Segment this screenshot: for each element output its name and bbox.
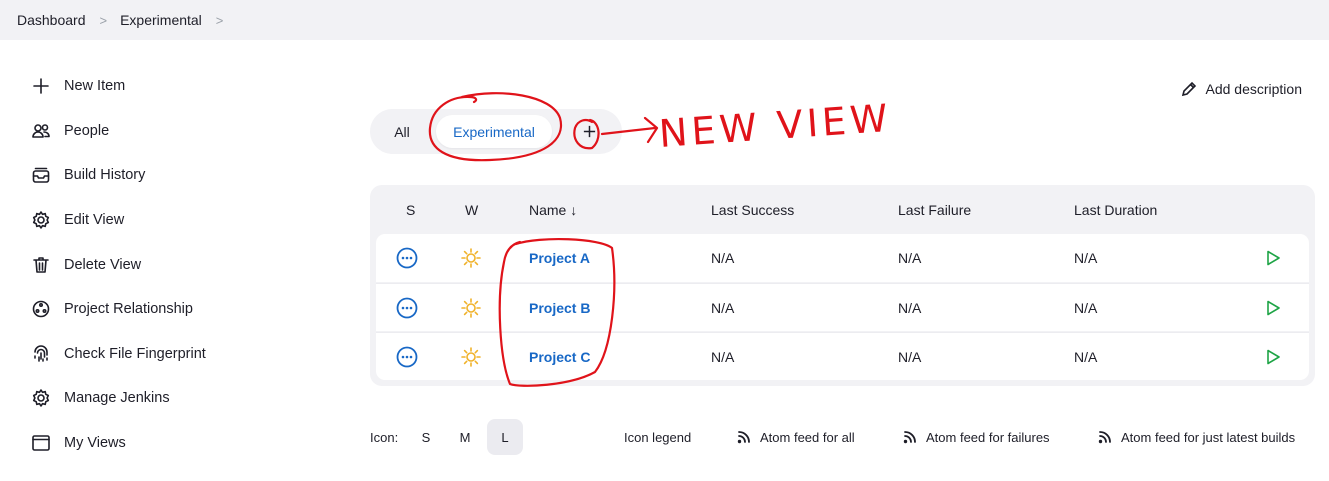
rss-icon	[737, 431, 750, 444]
add-description-button[interactable]: Add description	[1181, 81, 1302, 97]
window-icon	[30, 432, 52, 454]
column-weather[interactable]: W	[465, 202, 478, 218]
tab-experimental[interactable]: Experimental	[436, 115, 552, 148]
chevron-right-icon[interactable]: >	[100, 13, 108, 28]
last-duration: N/A	[1074, 250, 1098, 266]
rss-icon	[903, 431, 916, 444]
plus-icon	[30, 75, 52, 97]
relationship-icon	[30, 298, 52, 320]
project-link[interactable]: Project A	[529, 234, 590, 282]
inbox-icon	[30, 164, 52, 186]
sidebar-item-label: My Views	[64, 435, 126, 452]
status-not-built-icon[interactable]	[396, 284, 418, 332]
sidebar-item-my-views[interactable]: My Views	[30, 421, 206, 466]
breadcrumb-dashboard[interactable]: Dashboard	[17, 12, 86, 28]
chevron-right-icon[interactable]: >	[216, 13, 224, 28]
sidebar-item-label: Build History	[64, 167, 146, 184]
rss-icon	[1098, 431, 1111, 444]
last-failure: N/A	[898, 300, 922, 316]
sun-icon	[460, 284, 482, 332]
tab-all[interactable]: All	[384, 115, 420, 148]
column-name[interactable]: Name ↓	[529, 202, 577, 218]
icon-legend-link[interactable]: Icon legend	[624, 419, 691, 455]
sun-icon	[460, 333, 482, 381]
sidebar-item-people[interactable]: People	[30, 109, 206, 154]
atom-feed-failures-label: Atom feed for failures	[926, 429, 1050, 445]
last-success: N/A	[711, 250, 735, 266]
sidebar-item-label: Delete View	[64, 256, 142, 273]
breadcrumb: Dashboard > Experimental >	[0, 0, 1329, 40]
sun-icon	[460, 234, 482, 282]
column-last-success[interactable]: Last Success	[711, 202, 794, 218]
trash-icon	[30, 254, 52, 276]
projects-table: S W Name ↓ Last Success Last Failure Las…	[370, 185, 1315, 386]
people-icon	[30, 120, 52, 142]
pencil-icon	[1182, 81, 1197, 97]
sidebar-item-label: Edit View	[64, 212, 125, 229]
last-failure: N/A	[898, 250, 922, 266]
gear-icon	[30, 387, 52, 409]
icon-size-label: Icon:	[370, 429, 399, 445]
icon-size-m-button[interactable]: M	[447, 419, 483, 455]
table-footer: Icon: S M L Icon legend Atom feed for al…	[370, 419, 1315, 455]
last-duration: N/A	[1074, 349, 1098, 365]
atom-feed-latest-link[interactable]: Atom feed for just latest builds	[1098, 419, 1295, 455]
atom-feed-failures-link[interactable]: Atom feed for failures	[903, 419, 1050, 455]
table-row: Project C N/A N/A N/A	[376, 332, 1309, 380]
sidebar-item-build-history[interactable]: Build History	[30, 153, 206, 198]
icon-size-l-button[interactable]: L	[487, 419, 523, 455]
table-row: Project A N/A N/A N/A	[376, 234, 1309, 282]
sidebar-item-label: New Item	[64, 78, 126, 95]
play-icon[interactable]	[1264, 234, 1282, 282]
table-header: S W Name ↓ Last Success Last Failure Las…	[370, 185, 1315, 235]
last-success: N/A	[711, 349, 735, 365]
project-link[interactable]: Project C	[529, 333, 590, 381]
play-icon[interactable]	[1264, 333, 1282, 381]
status-not-built-icon[interactable]	[396, 333, 418, 381]
plus-icon	[583, 125, 595, 138]
sidebar-item-label: Manage Jenkins	[64, 390, 170, 407]
column-last-failure[interactable]: Last Failure	[898, 202, 971, 218]
sidebar-item-edit-view[interactable]: Edit View	[30, 198, 206, 243]
breadcrumb-experimental[interactable]: Experimental	[120, 12, 202, 28]
atom-feed-all-link[interactable]: Atom feed for all	[737, 419, 855, 455]
status-not-built-icon[interactable]	[396, 234, 418, 282]
new-view-button[interactable]	[574, 115, 604, 148]
atom-feed-all-label: Atom feed for all	[760, 429, 855, 445]
column-last-duration[interactable]: Last Duration	[1074, 202, 1157, 218]
sidebar-item-manage-jenkins[interactable]: Manage Jenkins	[30, 376, 206, 421]
play-icon[interactable]	[1264, 284, 1282, 332]
gear-icon	[30, 209, 52, 231]
sidebar-item-label: Check File Fingerprint	[64, 345, 206, 362]
last-failure: N/A	[898, 349, 922, 365]
add-description-label: Add description	[1205, 81, 1302, 97]
last-duration: N/A	[1074, 300, 1098, 316]
column-status[interactable]: S	[406, 202, 415, 218]
last-success: N/A	[711, 300, 735, 316]
sidebar-item-label: Project Relationship	[64, 301, 193, 318]
annotation-text: NEW VIEW	[658, 96, 893, 156]
view-tabs: All Experimental	[370, 109, 622, 154]
icon-size-s-button[interactable]: S	[408, 419, 444, 455]
fingerprint-icon	[30, 343, 52, 365]
sidebar-item-new-item[interactable]: New Item	[30, 64, 206, 109]
sidebar-item-check-file-fingerprint[interactable]: Check File Fingerprint	[30, 332, 206, 377]
sidebar-item-project-relationship[interactable]: Project Relationship	[30, 287, 206, 332]
project-link[interactable]: Project B	[529, 284, 590, 332]
sidebar-item-label: People	[64, 122, 110, 139]
sidebar: New Item People Build History Edit View …	[30, 64, 206, 465]
sidebar-item-delete-view[interactable]: Delete View	[30, 242, 206, 287]
table-row: Project B N/A N/A N/A	[376, 283, 1309, 331]
atom-feed-latest-label: Atom feed for just latest builds	[1121, 429, 1296, 445]
